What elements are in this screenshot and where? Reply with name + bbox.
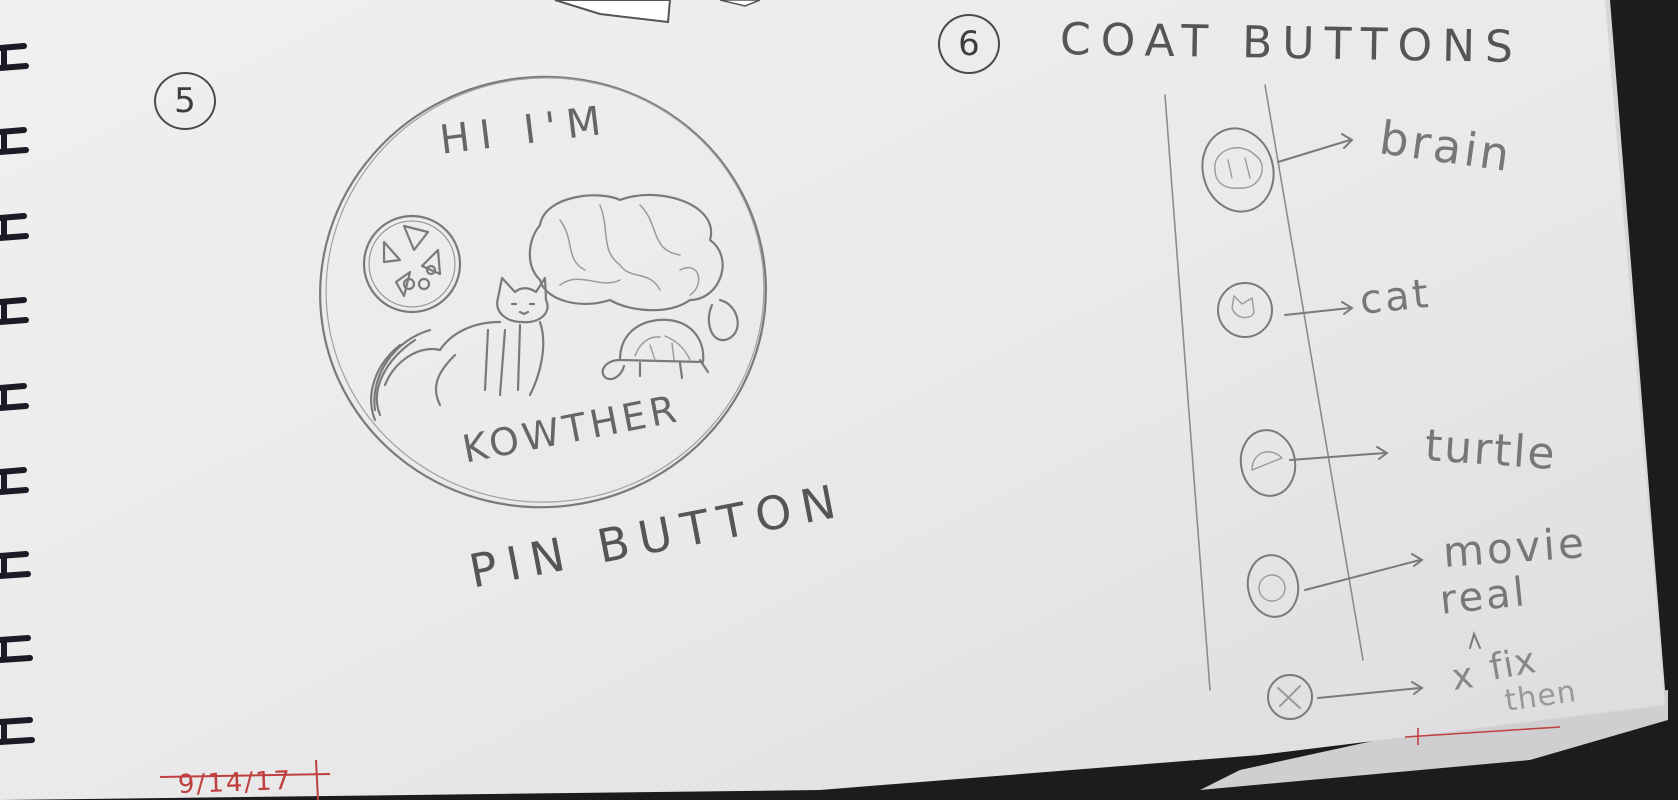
coat-button-label: turtle xyxy=(1423,420,1559,481)
coat-buttons-title: COAT BUTTONS xyxy=(1059,14,1524,74)
coat-button-label: movie xyxy=(1441,518,1589,577)
sketchbook-photo: 5 6 COAT BUTTONS HI I'M KOWTHER PIN BUTT… xyxy=(0,0,1678,800)
sketch-number-5: 5 xyxy=(154,72,216,130)
sketch-number-6: 6 xyxy=(938,14,1000,74)
coat-button-label: cat xyxy=(1357,270,1434,324)
coat-button-label-line2: real xyxy=(1437,568,1530,624)
date-note: 9/14/17 xyxy=(177,766,293,800)
